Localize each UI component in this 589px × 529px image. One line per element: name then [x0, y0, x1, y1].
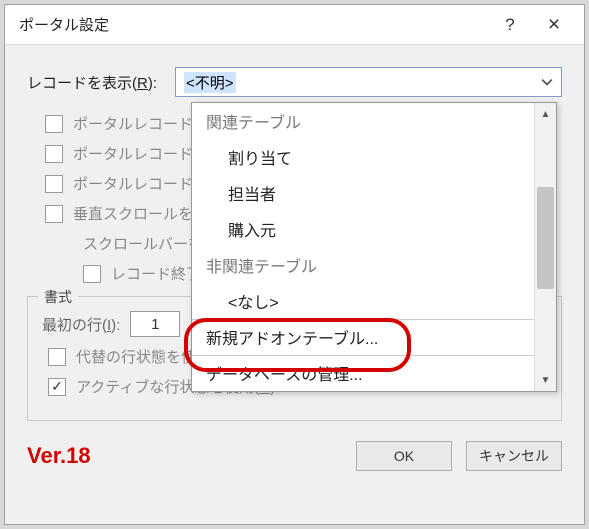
dropdown-item-assignment[interactable]: 割り当て — [192, 139, 534, 175]
chevron-down-icon — [541, 76, 553, 88]
checkbox-box — [45, 145, 63, 163]
close-button[interactable]: × — [532, 6, 576, 44]
help-button[interactable]: ? — [488, 6, 532, 44]
dropdown-item-new-addon-table[interactable]: 新規アドオンテーブル... — [192, 319, 534, 355]
scroll-up-icon[interactable]: ▲ — [535, 103, 556, 125]
checkbox-box-checked — [48, 378, 66, 396]
checkbox-box — [45, 115, 63, 133]
portal-settings-dialog: ポータル設定 ? × レコードを表示(R): <不明> ポータルレコードの ポー… — [4, 4, 585, 525]
checkbox-box — [45, 205, 63, 223]
titlebar: ポータル設定 ? × — [5, 5, 584, 45]
checkbox-label: 垂直スクロールを — [73, 203, 193, 224]
scroll-down-icon[interactable]: ▼ — [535, 369, 556, 391]
dropdown-item-none[interactable]: <なし> — [192, 283, 534, 319]
dropdown-item-person[interactable]: 担当者 — [192, 175, 534, 211]
checkbox-label: ポータルレコードの — [73, 143, 208, 164]
dialog-footer: Ver.18 OK キャンセル — [5, 433, 584, 487]
checkbox-box — [45, 175, 63, 193]
dialog-title: ポータル設定 — [19, 14, 488, 35]
show-records-combo[interactable]: <不明> — [175, 67, 562, 97]
close-icon: × — [548, 13, 560, 37]
checkbox-box — [48, 348, 66, 366]
dropdown-group-related: 関連テーブル — [192, 103, 534, 139]
cancel-button[interactable]: キャンセル — [466, 441, 562, 471]
format-legend: 書式 — [38, 287, 78, 307]
scroll-thumb[interactable] — [537, 187, 554, 289]
dropdown-item-vendor[interactable]: 購入元 — [192, 211, 534, 247]
dropdown-item-db-manage[interactable]: データベースの管理... — [192, 355, 534, 391]
checkbox-label: ポータルレコードの — [73, 113, 208, 134]
dropdown-list: 関連テーブル 割り当て 担当者 購入元 非関連テーブル <なし> 新規アドオンテ… — [192, 103, 534, 391]
combo-selected-value: <不明> — [184, 72, 236, 93]
version-label: Ver.18 — [27, 443, 91, 469]
first-row-label: 最初の行(I): — [42, 314, 120, 335]
dropdown-scrollbar[interactable]: ▲ ▼ — [534, 103, 556, 391]
show-records-row: レコードを表示(R): <不明> — [27, 67, 562, 97]
checkbox-box — [83, 265, 101, 283]
show-records-label: レコードを表示(R): — [27, 72, 157, 93]
first-row-input[interactable] — [130, 311, 180, 337]
dropdown-group-unrelated: 非関連テーブル — [192, 247, 534, 283]
ok-button[interactable]: OK — [356, 441, 452, 471]
scroll-track[interactable] — [535, 125, 556, 369]
checkbox-label: レコード終了 — [111, 263, 201, 284]
help-icon: ? — [505, 15, 514, 35]
show-records-dropdown: 関連テーブル 割り当て 担当者 購入元 非関連テーブル <なし> 新規アドオンテ… — [191, 102, 557, 392]
checkbox-label: ポータルレコードの — [73, 173, 208, 194]
